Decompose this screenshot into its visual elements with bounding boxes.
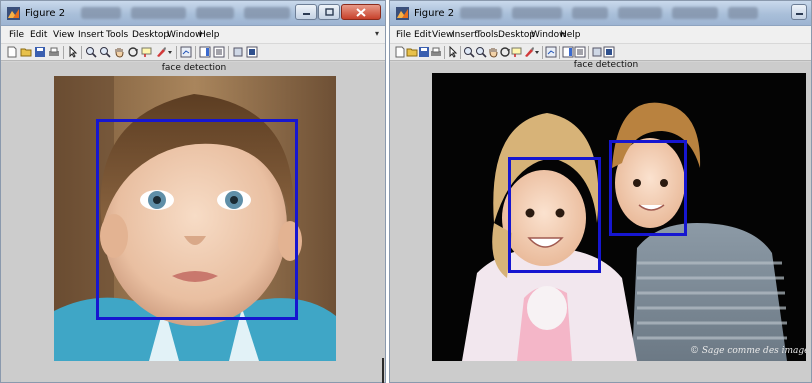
face-detection-box-1 (508, 157, 601, 273)
photo-watermark: © Sage comme des images (690, 346, 806, 356)
hide-plot-tools-icon[interactable] (591, 46, 603, 58)
toolbar-separator (195, 46, 196, 59)
print-icon[interactable] (48, 46, 60, 58)
zoom-in-icon[interactable] (463, 46, 475, 58)
minimize-button[interactable] (791, 4, 807, 20)
menu-file[interactable]: File (396, 30, 411, 40)
legend-icon[interactable] (574, 46, 586, 58)
toolbar-separator (559, 46, 560, 59)
window-title: Figure 2 (414, 8, 455, 19)
new-figure-icon[interactable] (394, 46, 406, 58)
menu-bar: File Edit View Insert Tools Desktop Wind… (1, 26, 385, 44)
open-file-icon[interactable] (406, 46, 418, 58)
matlab-logo-icon (396, 7, 409, 20)
window-title: Figure 2 (25, 8, 66, 19)
maximize-icon (324, 8, 334, 16)
menu-tools[interactable]: Tools (106, 30, 128, 40)
colorbar-icon[interactable] (562, 46, 574, 58)
title-bar[interactable]: Figure 2 (390, 1, 811, 26)
pointer-icon[interactable] (67, 46, 79, 58)
minimize-icon (302, 13, 310, 15)
menu-view[interactable]: View (53, 30, 74, 40)
toolbar-separator (228, 46, 229, 59)
face-detection-box-2 (609, 140, 687, 236)
menu-tools[interactable]: Tools (476, 30, 498, 40)
rotate-3d-icon[interactable] (127, 46, 139, 58)
matlab-logo-icon (7, 7, 20, 20)
title-bar[interactable]: Figure 2 (1, 1, 385, 26)
pan-icon[interactable] (113, 46, 125, 58)
menu-overflow-icon[interactable]: ▾ (375, 29, 379, 38)
pan-icon[interactable] (487, 46, 499, 58)
toolbar-separator (444, 46, 445, 59)
menu-desktop[interactable]: Desktop (132, 30, 169, 40)
toolbar-separator (63, 46, 64, 59)
menu-insert[interactable]: Insert (452, 30, 478, 40)
brush-dropdown-icon[interactable] (167, 46, 173, 58)
face-detection-box (96, 119, 298, 320)
hide-plot-tools-icon[interactable] (232, 46, 244, 58)
menu-insert[interactable]: Insert (78, 30, 104, 40)
menu-edit[interactable]: Edit (414, 30, 431, 40)
show-plot-tools-icon[interactable] (603, 46, 615, 58)
link-plot-icon[interactable] (180, 46, 192, 58)
figure-window-left[interactable]: Figure 2 File Edit View Insert Tools Des… (0, 0, 386, 383)
menu-bar: File Edit View Insert Tools Desktop Wind… (390, 26, 811, 44)
data-cursor-icon[interactable] (511, 46, 523, 58)
close-button[interactable] (341, 4, 381, 20)
figure-window-right[interactable]: Figure 2 File Edit View Insert Tools Des… (389, 0, 812, 383)
brush-icon[interactable] (155, 46, 167, 58)
minimize-button[interactable] (295, 4, 317, 20)
toolbar-separator (81, 46, 82, 59)
toolbar-separator (588, 46, 589, 59)
plot-title: face detection (161, 63, 227, 73)
figure-canvas[interactable]: face detection (1, 62, 385, 382)
maximize-button[interactable] (318, 4, 340, 20)
figure-canvas[interactable]: face detection (390, 60, 811, 382)
menu-edit[interactable]: Edit (30, 30, 47, 40)
open-file-icon[interactable] (20, 46, 32, 58)
link-plot-icon[interactable] (545, 46, 557, 58)
menu-help[interactable]: Help (199, 30, 220, 40)
colorbar-icon[interactable] (199, 46, 211, 58)
menu-desktop[interactable]: Desktop (498, 30, 535, 40)
menu-help[interactable]: Help (560, 30, 581, 40)
toolbar-separator (176, 46, 177, 59)
zoom-out-icon[interactable] (475, 46, 487, 58)
window-controls (295, 4, 381, 20)
toolbar-separator (542, 46, 543, 59)
background-taskbar-blur (81, 5, 330, 21)
rotate-3d-icon[interactable] (499, 46, 511, 58)
data-cursor-icon[interactable] (141, 46, 153, 58)
save-icon[interactable] (418, 46, 430, 58)
desktop: Figure 2 File Edit View Insert Tools Des… (0, 0, 812, 383)
figure-toolbar (390, 44, 811, 61)
save-icon[interactable] (34, 46, 46, 58)
menu-view[interactable]: View (432, 30, 453, 40)
window-controls (791, 4, 807, 20)
print-icon[interactable] (430, 46, 442, 58)
close-icon (356, 7, 366, 17)
minimize-icon (795, 13, 803, 15)
legend-icon[interactable] (213, 46, 225, 58)
zoom-in-icon[interactable] (85, 46, 97, 58)
show-plot-tools-icon[interactable] (246, 46, 258, 58)
plot-title: face detection (573, 60, 639, 70)
figure-toolbar (1, 44, 385, 61)
menu-file[interactable]: File (9, 30, 24, 40)
background-taskbar-blur (460, 5, 758, 21)
zoom-out-icon[interactable] (99, 46, 111, 58)
brush-dropdown-icon[interactable] (534, 46, 540, 58)
new-figure-icon[interactable] (6, 46, 18, 58)
pointer-icon[interactable] (447, 46, 459, 58)
toolbar-separator (460, 46, 461, 59)
menu-window[interactable]: Window (167, 30, 203, 40)
window-edge (382, 358, 384, 383)
